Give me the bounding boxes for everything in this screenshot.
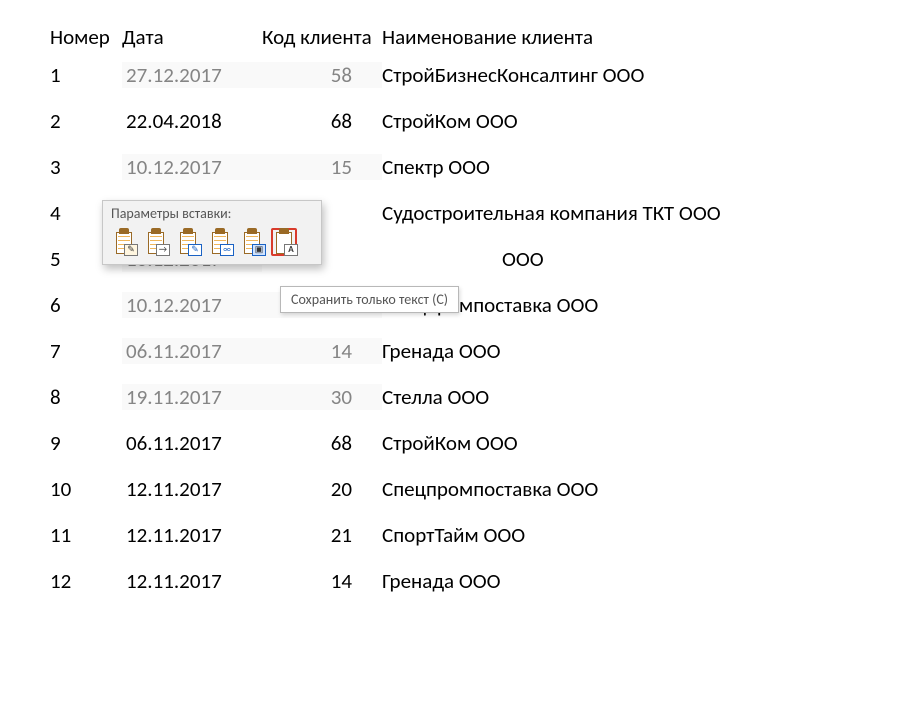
- cell-date: 10.12.2017: [122, 292, 262, 318]
- cell-code: 14: [262, 338, 382, 364]
- cell-name: СтройБизнесКонсалтинг ООО: [382, 62, 900, 88]
- cell-number: 2: [50, 108, 122, 134]
- cell-date: 12.11.2017: [122, 522, 262, 548]
- cell-number: 12: [50, 568, 122, 594]
- table-row[interactable]: 12 12.11.2017 14 Гренада ООО: [50, 558, 900, 604]
- cell-date: 22.04.2018: [122, 108, 262, 134]
- cell-date: 10.12.2017: [122, 154, 262, 180]
- cell-number: 9: [50, 430, 122, 456]
- cell-name: СпортТайм ООО: [382, 522, 900, 548]
- cell-name: Спецпромпоставка ООО: [382, 476, 900, 502]
- clipboard-icon: →: [146, 230, 166, 254]
- cell-code: 15: [262, 154, 382, 180]
- paste-keep-source-button[interactable]: ✎: [111, 228, 137, 256]
- cell-name: Стелла ООО: [382, 384, 900, 410]
- table-row[interactable]: 8 19.11.2017 30 Стелла ООО: [50, 374, 900, 420]
- table-row[interactable]: 11 12.11.2017 21 СпортТайм ООО: [50, 512, 900, 558]
- table-row[interactable]: 2 22.04.2018 68 СтройКом ООО: [50, 98, 900, 144]
- cell-name: Гренада ООО: [382, 568, 900, 594]
- cell-name: Гренада ООО: [382, 338, 900, 364]
- cell-date: 06.11.2017: [122, 430, 262, 456]
- cell-date: 27.12.2017: [122, 62, 262, 88]
- table-row[interactable]: 6 10.12.2017 20 Спецпромпоставка ООО: [50, 282, 900, 328]
- col-header-number: Номер: [50, 24, 122, 50]
- table-row[interactable]: 7 06.11.2017 14 Гренада ООО: [50, 328, 900, 374]
- cell-code: 20: [262, 476, 382, 502]
- cell-number: 8: [50, 384, 122, 410]
- cell-code: 30: [262, 384, 382, 410]
- paste-link-styles-button[interactable]: ✎: [175, 228, 201, 256]
- cell-name: Спектр ООО: [382, 154, 900, 180]
- cell-date: 19.11.2017: [122, 384, 262, 410]
- cell-date: 12.11.2017: [122, 568, 262, 594]
- cell-date: 06.11.2017: [122, 338, 262, 364]
- cell-name: СтройКом ООО: [382, 108, 900, 134]
- paste-text-only-button[interactable]: A: [271, 228, 297, 256]
- cell-number: 11: [50, 522, 122, 548]
- col-header-code: Код клиента: [262, 24, 382, 50]
- paste-link-data-button[interactable]: ∞: [207, 228, 233, 256]
- cell-number: 1: [50, 62, 122, 88]
- clipboard-icon: ∞: [210, 230, 230, 254]
- cell-code: 58: [262, 62, 382, 88]
- table-row[interactable]: 3 10.12.2017 15 Спектр ООО: [50, 144, 900, 190]
- cell-name: ООО: [382, 246, 900, 272]
- cell-name: Спецпромпоставка ООО: [382, 292, 900, 318]
- clipboard-icon: ✎: [178, 230, 198, 254]
- cell-number: 10: [50, 476, 122, 502]
- cell-code: 14: [262, 568, 382, 594]
- cell-name: СтройКом ООО: [382, 430, 900, 456]
- clipboard-icon: A: [274, 230, 294, 254]
- table-row[interactable]: 10 12.11.2017 20 Спецпромпоставка ООО: [50, 466, 900, 512]
- cell-number: 6: [50, 292, 122, 318]
- col-header-date: Дата: [122, 24, 262, 50]
- cell-code: 68: [262, 108, 382, 134]
- data-table: Номер Дата Код клиента Наименование клие…: [50, 22, 900, 604]
- paste-option-tooltip: Сохранить только текст (С): [280, 286, 459, 313]
- table-header-row: Номер Дата Код клиента Наименование клие…: [50, 22, 900, 52]
- cell-number: 3: [50, 154, 122, 180]
- clipboard-icon: ✎: [114, 230, 134, 254]
- table-row[interactable]: 1 27.12.2017 58 СтройБизнесКонсалтинг ОО…: [50, 52, 900, 98]
- cell-code: 68: [262, 430, 382, 456]
- paste-merge-format-button[interactable]: →: [143, 228, 169, 256]
- paste-options-toolbar: ✎ → ✎ ∞ ▣: [103, 224, 321, 264]
- col-header-name: Наименование клиента: [382, 24, 900, 50]
- cell-name: Судостроительная компания ТКТ ООО: [382, 200, 900, 226]
- clipboard-icon: ▣: [242, 230, 262, 254]
- cell-code: 21: [262, 522, 382, 548]
- cell-date: 12.11.2017: [122, 476, 262, 502]
- paste-options-panel: Параметры вставки: ✎ → ✎ ∞: [102, 200, 322, 265]
- paste-options-title: Параметры вставки:: [103, 201, 321, 224]
- cell-number: 7: [50, 338, 122, 364]
- paste-as-picture-button[interactable]: ▣: [239, 228, 265, 256]
- table-row[interactable]: 9 06.11.2017 68 СтройКом ООО: [50, 420, 900, 466]
